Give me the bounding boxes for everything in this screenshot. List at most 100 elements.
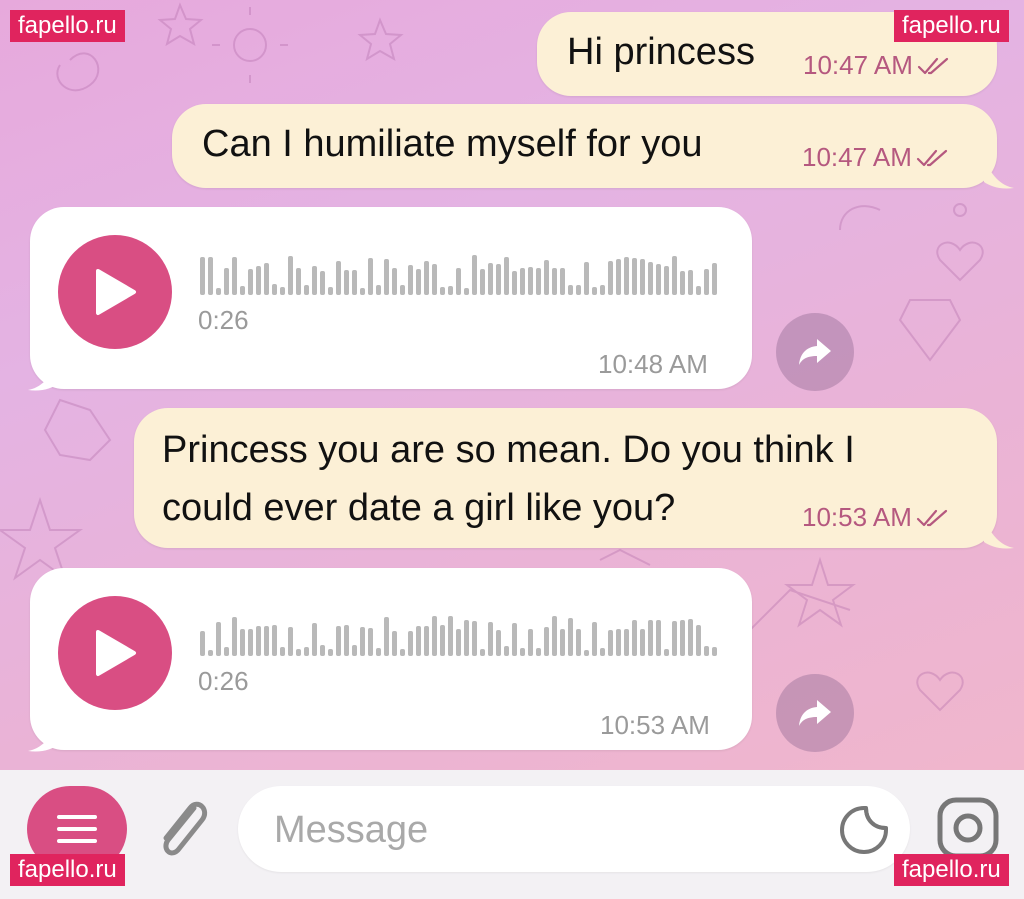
waveform-bar [648,620,653,656]
waveform-bar [224,268,229,295]
paperclip-icon[interactable] [150,790,216,870]
waveform-bar [352,270,357,295]
waveform-bar [576,285,581,295]
waveform-bar [472,255,477,295]
waveform-bar [592,287,597,295]
waveform-bar [472,621,477,656]
play-icon [96,269,136,315]
waveform-bar [544,260,549,295]
waveform-bar [312,623,317,656]
waveform-bar [232,617,237,656]
waveform-bar [448,286,453,295]
waveform-bar [248,629,253,656]
watermark-bottom-right: fapello.ru [894,854,1009,886]
waveform-bar [272,284,277,295]
waveform-bar [496,264,501,295]
waveform-bar [344,625,349,656]
waveform-bar [560,629,565,656]
menu-icon [57,815,97,843]
share-arrow-icon [799,700,831,726]
voice-waveform[interactable] [200,255,717,295]
waveform-bar [200,631,205,656]
message-bubble-outgoing[interactable]: Can I humiliate myself for you 10:47 AM [172,104,997,188]
voice-message-bubble[interactable]: 0:26 10:48 AM [30,207,752,389]
message-input[interactable] [272,786,816,874]
waveform-bar [344,270,349,295]
waveform-bar [256,626,261,656]
waveform-bar [400,285,405,295]
bubble-tail [984,156,1014,189]
share-button[interactable] [776,313,854,391]
message-text: Hi princess [567,31,755,73]
waveform-bar [352,645,357,656]
camera-icon[interactable] [936,796,1000,860]
waveform-bar [656,620,661,656]
voice-waveform[interactable] [200,616,717,656]
waveform-bar [704,269,709,295]
waveform-bar [480,269,485,295]
waveform-bar [696,286,701,295]
message-bubble-outgoing[interactable]: Princess you are so mean. Do you think I… [134,408,997,548]
waveform-bar [432,616,437,656]
waveform-bar [544,627,549,656]
waveform-bar [512,623,517,656]
waveform-bar [712,263,717,295]
waveform-bar [256,266,261,295]
waveform-bar [336,261,341,295]
voice-duration: 0:26 [198,305,249,335]
waveform-bar [384,259,389,295]
waveform-bar [632,620,637,656]
waveform-bar [552,616,557,656]
watermark-top-left: fapello.ru [10,10,125,42]
waveform-bar [536,648,541,656]
waveform-bar [264,263,269,295]
watermark-top-right: fapello.ru [894,10,1009,42]
play-button[interactable] [58,235,172,349]
waveform-bar [640,259,645,295]
waveform-bar [488,622,493,656]
waveform-bar [440,625,445,656]
waveform-bar [608,261,613,295]
waveform-bar [512,271,517,295]
waveform-bar [680,271,685,295]
message-meta: 10:47 AM [802,142,950,173]
waveform-bar [408,265,413,295]
waveform-bar [360,288,365,295]
sticker-icon[interactable] [838,804,890,856]
waveform-bar [496,630,501,656]
bubble-tail [28,719,58,752]
play-button[interactable] [58,596,172,710]
waveform-bar [616,629,621,656]
waveform-bar [448,616,453,656]
waveform-bar [696,625,701,656]
waveform-bar [680,620,685,656]
double-check-icon [917,57,948,74]
double-check-icon [916,149,947,166]
waveform-bar [424,626,429,656]
voice-message-bubble[interactable]: 0:26 10:53 AM [30,568,752,750]
waveform-bar [488,263,493,295]
waveform-bar [416,269,421,295]
waveform-bar [504,257,509,295]
waveform-bar [328,649,333,656]
waveform-bar [376,285,381,295]
waveform-bar [320,645,325,656]
waveform-bar [312,266,317,295]
message-text-line-2: could ever date a girl like you? [162,487,676,529]
waveform-bar [568,285,573,295]
waveform-bar [664,649,669,656]
waveform-bar [304,647,309,656]
share-button[interactable] [776,674,854,752]
waveform-bar [608,630,613,656]
waveform-bar [520,268,525,295]
waveform-bar [584,650,589,656]
waveform-bar [712,647,717,656]
waveform-bar [576,629,581,656]
waveform-bar [248,269,253,295]
waveform-bar [416,626,421,656]
waveform-bar [408,631,413,656]
waveform-bar [368,628,373,656]
message-text: Can I humiliate myself for you [202,123,703,165]
message-time: 10:53 AM [600,710,710,740]
waveform-bar [200,257,205,295]
